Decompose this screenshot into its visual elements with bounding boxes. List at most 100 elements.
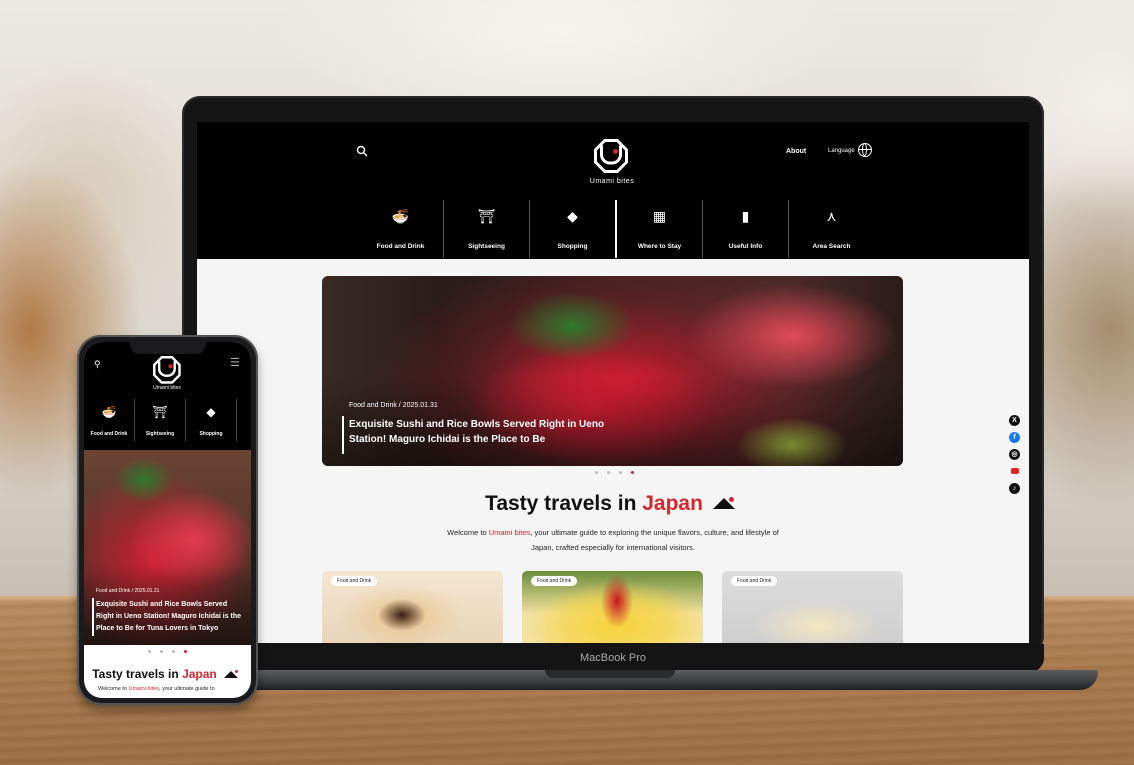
nav-label: Sightseeing [145, 431, 175, 437]
nav-item-food-and-drink[interactable]: 🍜 Food and Drink [358, 200, 443, 258]
youtube-icon[interactable] [1009, 466, 1020, 477]
site-logo[interactable] [153, 356, 181, 384]
nav-label: Food and Drink [376, 243, 425, 250]
heading-prefix: Tasty travels in [92, 667, 183, 681]
nav-label: Wh [237, 431, 251, 437]
nav-item-area-search[interactable]: ⋏ Area Search [788, 200, 874, 258]
laptop-opening-notch [545, 670, 675, 678]
mobile-website: ⚲ ☰ Umami bites 🍜 Food and Drink ⛩ Sight… [84, 342, 251, 698]
intro-brand-link[interactable]: Umami bites [489, 528, 531, 537]
card-category-tag: Food and Drink [331, 576, 378, 586]
hero-accent-bar [92, 598, 94, 636]
mobile-header: ⚲ ☰ Umami bites 🍜 Food and Drink ⛩ Sight… [84, 342, 251, 450]
nav-item-shopping[interactable]: ◆ Shopping [529, 200, 615, 258]
slider-dot[interactable] [172, 650, 175, 653]
social-links: X f ◎ ♪ [1009, 415, 1023, 494]
hero-category: Food and Drink / 2025.01.31 [96, 588, 160, 594]
heading-highlight: Japan [642, 492, 703, 515]
facebook-icon[interactable]: f [1009, 432, 1020, 443]
intro-before: Welcome to [447, 528, 489, 537]
card-category-tag: Food and Drink [531, 576, 578, 586]
mount-fuji-icon [707, 497, 741, 511]
card-category-tag: Food and Drink [731, 576, 778, 586]
logo-red-dot [168, 364, 173, 369]
nav-label: Shopping [557, 243, 588, 250]
nav-label: Sightseeing [468, 243, 505, 250]
logo-u-mark [157, 361, 176, 377]
nav-label: Useful Info [728, 243, 763, 250]
nav-item-where-to-stay[interactable]: Wh [236, 399, 251, 441]
tower-icon: ⋏ [826, 208, 837, 224]
intro-brand-link[interactable]: Umami bites [128, 686, 159, 692]
hero-accent-bar [342, 416, 344, 454]
logo-u-mark [600, 145, 622, 165]
mobile-hero-slide[interactable]: Food and Drink / 2025.01.31 Exquisite Su… [84, 450, 251, 645]
article-card[interactable]: Food and Drink [522, 571, 703, 643]
nav-item-where-to-stay[interactable]: ▦ Where to Stay [615, 200, 702, 258]
info-book-icon: ▮ [741, 208, 750, 224]
laptop-brand-label: MacBook Pro [579, 652, 647, 664]
language-link[interactable]: Language [828, 148, 855, 154]
page-heading: Tasty travels in Japan [84, 667, 251, 681]
heading-prefix: Tasty travels in [485, 492, 643, 515]
nav-label: Area Search [812, 243, 851, 250]
slider-dots [595, 471, 634, 474]
desktop-website: Umami bites About Language 🍜 Food and Dr… [197, 122, 1029, 643]
nav-item-sightseeing[interactable]: ⛩ Sightseeing [134, 399, 185, 441]
search-icon[interactable]: ⚲ [94, 359, 101, 370]
nav-label: Where to Stay [637, 243, 682, 250]
article-cards: Food and Drink Food and Drink Food and D… [322, 571, 903, 643]
search-icon[interactable] [356, 145, 368, 157]
logo-red-dot [613, 149, 618, 154]
site-header: Umami bites About Language 🍜 Food and Dr… [197, 122, 1029, 259]
about-link[interactable]: About [786, 148, 806, 155]
site-logo[interactable] [594, 139, 628, 173]
phone-notch [130, 342, 206, 354]
shopping-icon: ◆ [567, 208, 578, 224]
nav-label: Shopping [199, 431, 223, 437]
bowl-icon: 🍜 [101, 405, 117, 419]
logo-text: Umami bites [153, 385, 181, 391]
article-card[interactable]: Food and Drink [722, 571, 903, 643]
logo-text: Umami bites [589, 178, 635, 185]
slider-dots [148, 650, 187, 653]
pagoda-icon: ⛩ [152, 405, 168, 419]
slider-dot-active[interactable] [631, 471, 634, 474]
slider-dot[interactable] [160, 650, 163, 653]
hotel-icon: ▦ [652, 208, 667, 224]
bowl-icon: 🍜 [391, 208, 410, 224]
instagram-icon[interactable]: ◎ [1009, 449, 1020, 460]
page-heading: Tasty travels in Japan [197, 492, 1029, 516]
intro-after: , your ultimate guide to [159, 686, 215, 692]
nav-item-shopping[interactable]: ◆ Shopping [185, 399, 236, 441]
globe-icon[interactable] [858, 143, 872, 157]
intro-text: Welcome to Umami bites, your ultimate gu… [98, 686, 248, 692]
slider-dot[interactable] [595, 471, 598, 474]
hero-title[interactable]: Exquisite Sushi and Rice Bowls Served Ri… [96, 599, 246, 635]
pagoda-icon: ⛩ [477, 208, 496, 224]
slider-dot[interactable] [148, 650, 151, 653]
heading-highlight: Japan [182, 667, 217, 681]
nav-label: Food and Drink [90, 431, 128, 437]
main-nav: 🍜 Food and Drink ⛩ Sightseeing ◆ Shoppin… [358, 200, 874, 258]
hamburger-menu-icon[interactable]: ☰ [230, 356, 240, 369]
laptop-chin: MacBook Pro [182, 644, 1044, 672]
mount-fuji-icon [221, 670, 243, 679]
slider-dot-active[interactable] [184, 650, 187, 653]
hero-category: Food and Drink / 2025.01.31 [349, 402, 438, 409]
hero-slide[interactable]: Food and Drink / 2025.01.31 Exquisite Su… [322, 276, 903, 466]
nav-item-sightseeing[interactable]: ⛩ Sightseeing [443, 200, 529, 258]
mobile-nav: 🍜 Food and Drink ⛩ Sightseeing ◆ Shoppin… [84, 399, 251, 441]
nav-item-useful-info[interactable]: ▮ Useful Info [702, 200, 788, 258]
hero-title[interactable]: Exquisite Sushi and Rice Bowls Served Ri… [349, 417, 609, 447]
intro-text: Welcome to Umami bites, your ultimate gu… [437, 525, 789, 555]
shopping-icon: ◆ [206, 405, 216, 419]
slider-dot[interactable] [607, 471, 610, 474]
article-card[interactable]: Food and Drink [322, 571, 503, 643]
x-icon[interactable]: X [1009, 415, 1020, 426]
page-body: Food and Drink / 2025.01.31 Exquisite Su… [197, 259, 1029, 643]
slider-dot[interactable] [619, 471, 622, 474]
nav-item-food-and-drink[interactable]: 🍜 Food and Drink [84, 399, 134, 441]
intro-before: Welcome to [98, 686, 129, 692]
intro-after: , your ultimate guide to exploring the u… [530, 528, 779, 552]
